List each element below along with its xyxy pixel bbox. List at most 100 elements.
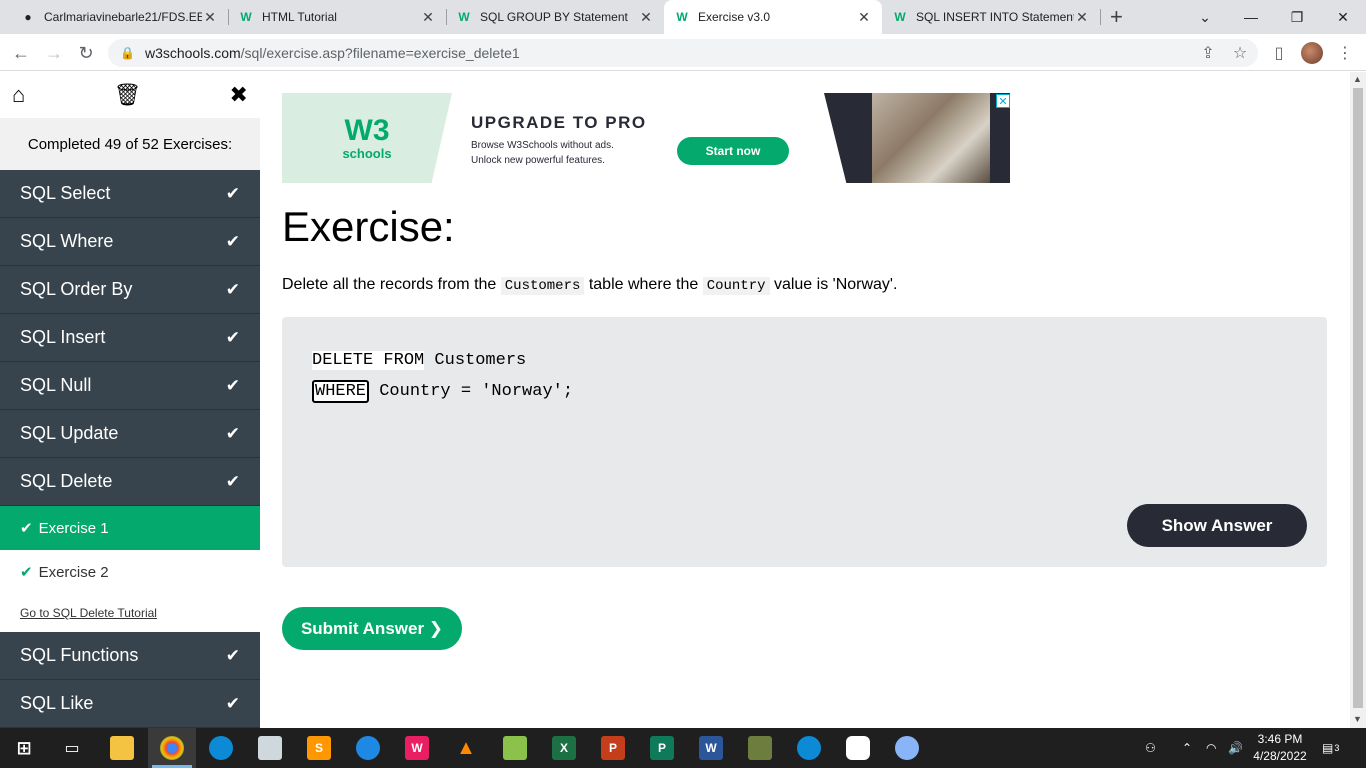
browser-tab-active[interactable]: W Exercise v3.0 ✕ xyxy=(664,0,882,34)
page-title: Exercise: xyxy=(282,203,455,250)
people-icon[interactable]: ⚇ xyxy=(1145,728,1156,768)
menu-dots-icon[interactable]: ⋮ xyxy=(1334,42,1356,64)
address-input[interactable]: 🔒 w3schools.com/sql/exercise.asp?filenam… xyxy=(108,39,1258,67)
browser-tab[interactable]: W HTML Tutorial ✕ xyxy=(228,0,446,34)
check-icon: ✔ xyxy=(225,183,240,203)
excel-icon[interactable]: X xyxy=(552,736,576,760)
browser-tab[interactable]: W SQL INSERT INTO Statement ✕ xyxy=(882,0,1100,34)
notification-icon[interactable]: ▤ 3 xyxy=(1322,728,1339,768)
tutorial-link[interactable]: Go to SQL Delete Tutorial xyxy=(0,594,260,632)
close-tab-icon[interactable]: ✕ xyxy=(856,9,872,26)
tab-title: Carlmariavinebarle21/FDS.EE xyxy=(44,10,202,24)
close-tab-icon[interactable]: ✕ xyxy=(420,9,436,26)
word-icon[interactable]: W xyxy=(699,736,723,760)
check-icon: ✔ xyxy=(225,645,240,665)
ad-subtitle: Browse W3Schools without ads. Unlock new… xyxy=(471,140,614,166)
start-now-button[interactable]: Start now xyxy=(677,137,789,165)
code-editor: DELETE FROM Customers WHERE Country = 'N… xyxy=(282,317,1327,567)
show-answer-button[interactable]: Show Answer xyxy=(1127,504,1307,547)
sidebar-subitem-exercise-1[interactable]: ✔ Exercise 1 xyxy=(0,506,260,550)
windows-start-icon[interactable]: ⊞ xyxy=(12,736,36,760)
tab-search-icon[interactable]: ⌄ xyxy=(1182,0,1228,34)
sidebar-item-null[interactable]: SQL Null ✔ xyxy=(0,362,260,410)
close-tab-icon[interactable]: ✕ xyxy=(638,9,654,26)
close-tab-icon[interactable]: ✕ xyxy=(202,9,218,26)
ad-title: UPGRADE TO PRO xyxy=(471,113,647,132)
w3schools-icon: W xyxy=(458,10,470,24)
sidebar-item-select[interactable]: SQL Select ✔ xyxy=(0,170,260,218)
browser-tab[interactable]: ● Carlmariavinebarle21/FDS.EE ✕ xyxy=(10,0,228,34)
scroll-thumb[interactable] xyxy=(1353,88,1363,708)
sidebar-item-functions[interactable]: SQL Functions ✔ xyxy=(0,632,260,680)
check-icon: ✔ xyxy=(225,423,240,443)
control-panel-icon[interactable] xyxy=(258,736,282,760)
paint-icon[interactable] xyxy=(895,736,919,760)
slack-icon[interactable] xyxy=(846,736,870,760)
edge-icon[interactable] xyxy=(209,736,233,760)
app-icon[interactable] xyxy=(748,736,772,760)
browser-tab-bar: ● Carlmariavinebarle21/FDS.EE ✕ W HTML T… xyxy=(0,0,1366,34)
tab-title: SQL INSERT INTO Statement xyxy=(916,10,1074,24)
scroll-down-icon[interactable]: ▼ xyxy=(1353,714,1362,724)
trash-icon[interactable]: 🗑 xyxy=(113,82,141,108)
tab-title: Exercise v3.0 xyxy=(698,10,771,24)
sidebar-item-where[interactable]: SQL Where ✔ xyxy=(0,218,260,266)
answer-input[interactable]: WHERE xyxy=(312,380,370,403)
forward-button[interactable]: → xyxy=(41,40,67,66)
url-host: w3schools.com xyxy=(144,45,241,61)
submit-answer-button[interactable]: Submit Answer ❯ xyxy=(282,607,462,650)
w3schools-icon: W xyxy=(894,10,906,24)
task-view-icon[interactable]: ▭ xyxy=(60,736,84,760)
wamp-icon[interactable]: W xyxy=(405,736,429,760)
sidebar-item-update[interactable]: SQL Update ✔ xyxy=(0,410,260,458)
chrome-icon[interactable] xyxy=(160,736,184,760)
check-icon: ✔ xyxy=(20,520,33,537)
app-icon[interactable] xyxy=(356,736,380,760)
edge-icon[interactable] xyxy=(797,736,821,760)
vlc-icon[interactable]: ▲ xyxy=(454,736,478,760)
share-icon[interactable]: ⇪ xyxy=(1197,42,1219,64)
publisher-icon[interactable]: P xyxy=(650,736,674,760)
sidebar-item-like[interactable]: SQL Like ✔ xyxy=(0,680,260,728)
sidebar-item-order-by[interactable]: SQL Order By ✔ xyxy=(0,266,260,314)
reload-button[interactable]: ↻ xyxy=(73,40,99,66)
back-button[interactable]: ← xyxy=(8,40,34,66)
powerpoint-icon[interactable]: P xyxy=(601,736,625,760)
volume-icon[interactable]: 🔊 xyxy=(1228,728,1243,768)
ad-banner[interactable]: W3 schools UPGRADE TO PRO Browse W3Schoo… xyxy=(282,93,1010,183)
close-window-button[interactable]: ✕ xyxy=(1320,0,1366,34)
new-tab-button[interactable]: + xyxy=(1110,4,1123,30)
exercise-sidebar: ⌂ 🗑 ✖ Completed 49 of 52 Exercises: SQL … xyxy=(0,72,260,728)
check-icon: ✔ xyxy=(225,471,240,491)
sidebar-item-insert[interactable]: SQL Insert ✔ xyxy=(0,314,260,362)
w3schools-icon: W xyxy=(676,10,688,24)
w3schools-logo: W3 schools xyxy=(282,93,452,183)
check-icon: ✔ xyxy=(20,564,33,581)
check-icon: ✔ xyxy=(225,327,240,347)
restore-button[interactable]: ❐ xyxy=(1274,0,1320,34)
close-icon[interactable]: ✖ xyxy=(230,82,248,108)
side-panel-icon[interactable]: ▯ xyxy=(1268,42,1290,64)
avatar[interactable] xyxy=(1301,42,1323,64)
ad-photo xyxy=(872,93,990,183)
file-explorer-icon[interactable] xyxy=(110,736,134,760)
clock[interactable]: 3:46 PM 4/28/2022 xyxy=(1252,731,1308,765)
close-tab-icon[interactable]: ✕ xyxy=(1074,9,1090,26)
scroll-up-icon[interactable]: ▲ xyxy=(1353,74,1362,84)
tab-title: SQL GROUP BY Statement xyxy=(480,10,628,24)
minimize-button[interactable]: — xyxy=(1228,0,1274,34)
project-icon[interactable] xyxy=(503,736,527,760)
wifi-icon[interactable]: ◠ xyxy=(1206,728,1216,768)
bookmark-star-icon[interactable]: ☆ xyxy=(1229,42,1251,64)
check-icon: ✔ xyxy=(225,279,240,299)
chevron-up-icon[interactable]: ⌃ xyxy=(1182,728,1192,768)
main-content: W3 schools UPGRADE TO PRO Browse W3Schoo… xyxy=(260,72,1350,728)
ad-close-icon[interactable]: ✕ xyxy=(996,94,1010,108)
sidebar-item-delete[interactable]: SQL Delete ✔ xyxy=(0,458,260,506)
scrollbar[interactable]: ▲ ▼ xyxy=(1350,72,1366,728)
browser-tab[interactable]: W SQL GROUP BY Statement ✕ xyxy=(446,0,664,34)
w3schools-icon: W xyxy=(240,10,252,24)
sidebar-subitem-exercise-2[interactable]: ✔ Exercise 2 xyxy=(0,550,260,594)
sublime-text-icon[interactable]: S xyxy=(307,736,331,760)
home-icon[interactable]: ⌂ xyxy=(12,82,25,108)
